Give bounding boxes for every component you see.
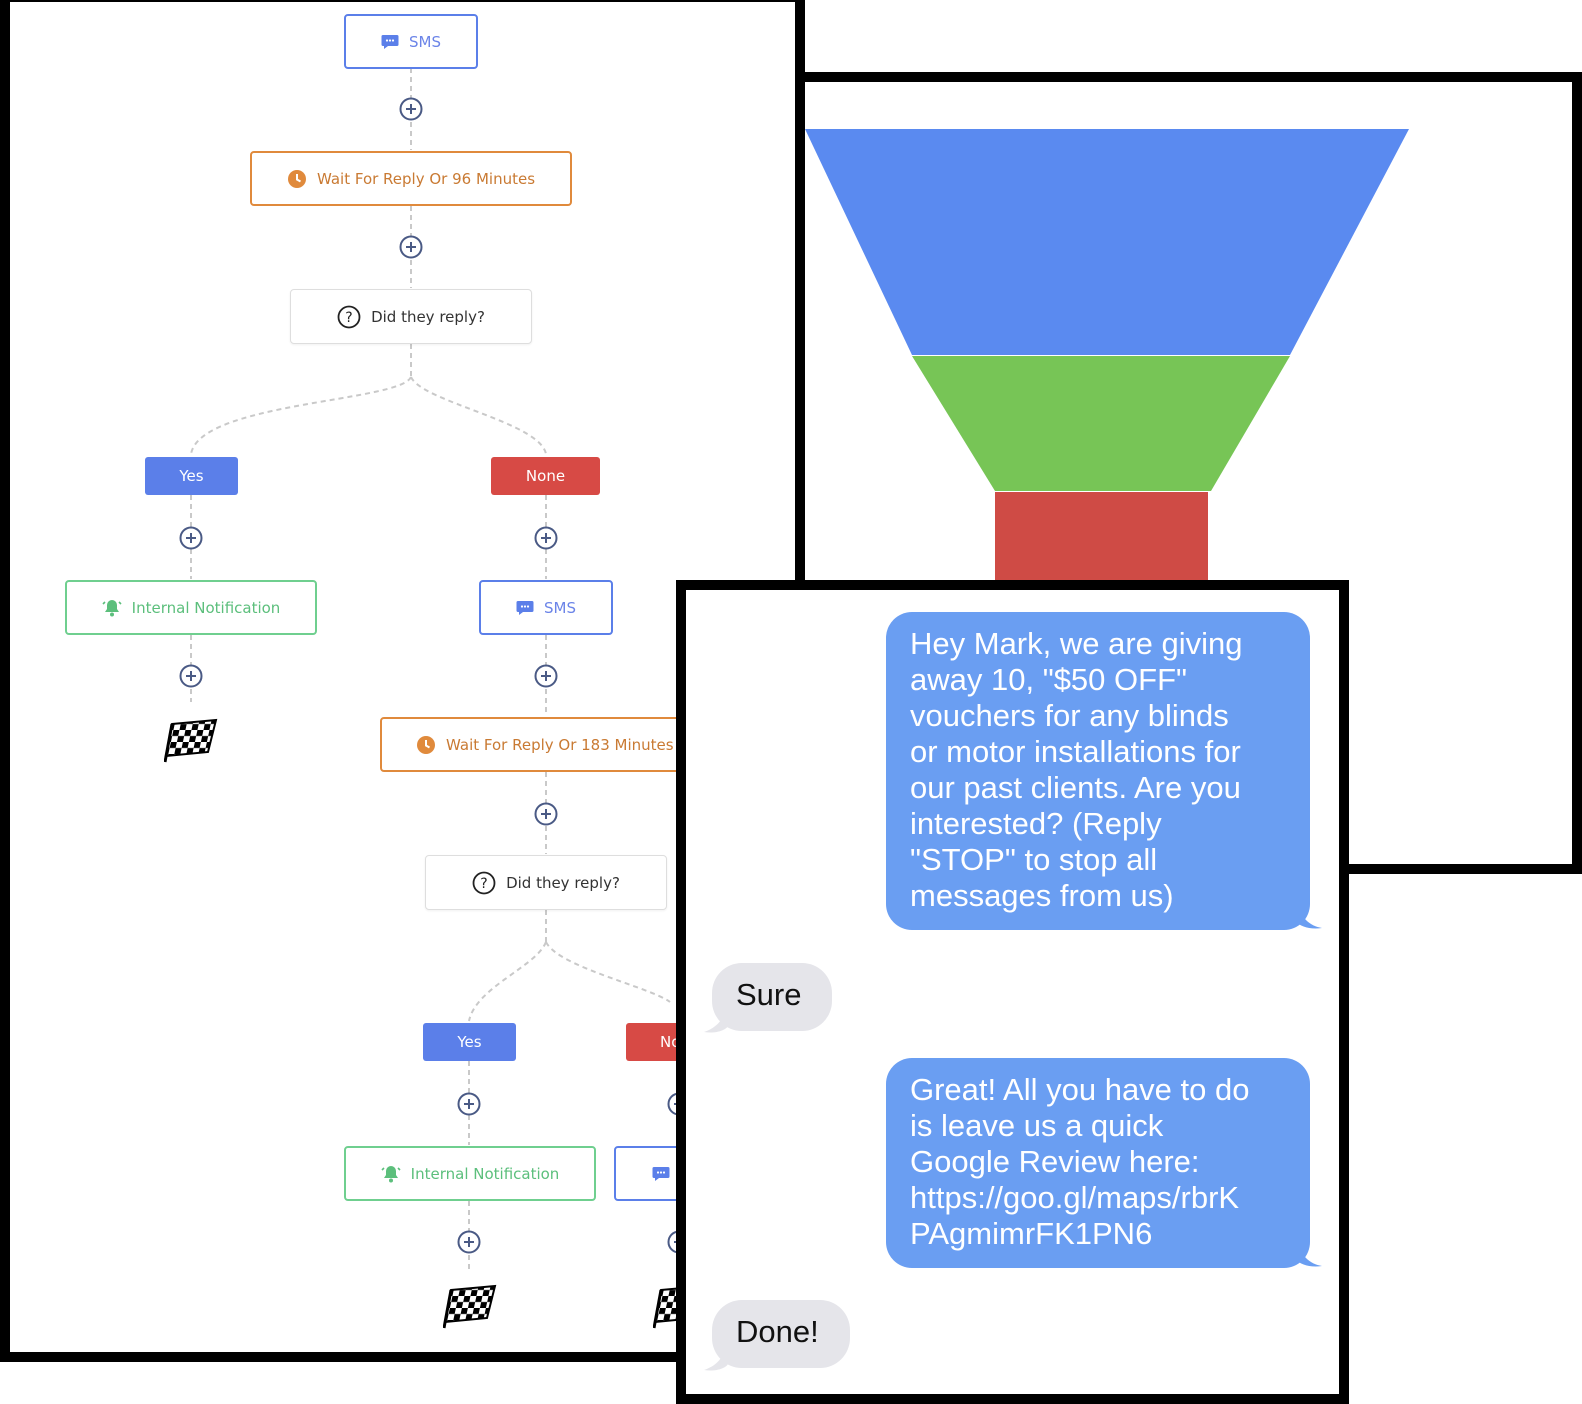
add-step-button[interactable] bbox=[178, 525, 204, 551]
question-circle-icon: ? bbox=[472, 871, 496, 895]
branch-none[interactable]: None bbox=[491, 457, 600, 495]
chat-bubble-icon bbox=[516, 600, 534, 616]
node-label: Internal Notification bbox=[410, 1164, 560, 1183]
node-label: SMS bbox=[409, 32, 441, 51]
internal-notification-node[interactable]: Internal Notification bbox=[344, 1146, 596, 1201]
chat-bubble-icon bbox=[381, 34, 399, 50]
bubble-tail bbox=[1296, 1238, 1322, 1267]
add-step-button[interactable] bbox=[178, 663, 204, 689]
sms-action-node[interactable]: SMS bbox=[479, 580, 613, 635]
sms-action-node[interactable]: SMS bbox=[344, 14, 478, 69]
message-line: interested? (Reply bbox=[910, 806, 1162, 841]
message-line: https://goo.gl/maps/rbrK bbox=[910, 1180, 1240, 1215]
node-label: Wait For Reply Or 96 Minutes bbox=[316, 169, 536, 188]
node-label: SMS bbox=[544, 598, 576, 617]
clock-icon bbox=[287, 169, 307, 189]
bubble-tail bbox=[1296, 900, 1322, 929]
incoming-message: Done! bbox=[712, 1300, 850, 1368]
funnel-top-segment bbox=[805, 129, 1409, 355]
message-line: PAgmimrFK1PN6 bbox=[910, 1216, 1153, 1251]
outgoing-message: Hey Mark, we are giving away 10, "$50 OF… bbox=[886, 612, 1310, 930]
message-line: Google Review here: bbox=[910, 1144, 1200, 1179]
node-label: Did they reply? bbox=[371, 307, 485, 326]
message-line: our past clients. Are you bbox=[910, 770, 1241, 805]
end-flag-icon bbox=[163, 718, 220, 769]
internal-notification-node[interactable]: Internal Notification bbox=[65, 580, 317, 635]
message-line: messages from us) bbox=[910, 878, 1174, 913]
branch-yes[interactable]: Yes bbox=[145, 457, 238, 495]
funnel-middle-segment bbox=[912, 356, 1290, 491]
add-step-button[interactable] bbox=[398, 234, 424, 260]
wait-action-node[interactable]: Wait For Reply Or 183 Minutes bbox=[380, 717, 702, 772]
sms-conversation-panel: Hey Mark, we are giving away 10, "$50 OF… bbox=[676, 580, 1349, 1404]
message-line: is leave us a quick bbox=[910, 1108, 1164, 1143]
chat-bubble-icon bbox=[652, 1166, 670, 1182]
svg-text:?: ? bbox=[345, 310, 352, 326]
node-label: Wait For Reply Or 183 Minutes bbox=[446, 735, 674, 754]
outgoing-message: Great! All you have to do is leave us a … bbox=[886, 1058, 1310, 1268]
message-line: Great! All you have to do bbox=[910, 1072, 1250, 1107]
add-step-button[interactable] bbox=[533, 801, 559, 827]
node-label: Did they reply? bbox=[506, 873, 620, 892]
bubble-tail bbox=[704, 1342, 728, 1371]
incoming-message: Sure bbox=[712, 963, 832, 1031]
message-line: vouchers for any blinds bbox=[910, 698, 1229, 733]
add-step-button[interactable] bbox=[456, 1229, 482, 1255]
message-line: away 10, "$50 OFF" bbox=[910, 662, 1188, 697]
wait-action-node[interactable]: Wait For Reply Or 96 Minutes bbox=[250, 151, 572, 206]
bell-icon bbox=[381, 1164, 401, 1184]
message-line: "STOP" to stop all bbox=[910, 842, 1158, 877]
svg-text:?: ? bbox=[480, 876, 487, 892]
branch-yes[interactable]: Yes bbox=[423, 1023, 516, 1061]
add-step-button[interactable] bbox=[398, 96, 424, 122]
condition-node[interactable]: ? Did they reply? bbox=[425, 855, 667, 910]
condition-node[interactable]: ? Did they reply? bbox=[290, 289, 532, 344]
message-line: or motor installations for bbox=[910, 734, 1241, 769]
bubble-tail bbox=[704, 1004, 728, 1033]
end-flag-icon bbox=[442, 1284, 499, 1335]
add-step-button[interactable] bbox=[533, 663, 559, 689]
question-circle-icon: ? bbox=[337, 305, 361, 329]
clock-icon bbox=[416, 735, 436, 755]
add-step-button[interactable] bbox=[456, 1091, 482, 1117]
add-step-button[interactable] bbox=[533, 525, 559, 551]
bell-icon bbox=[102, 598, 122, 618]
message-line: Hey Mark, we are giving bbox=[910, 626, 1243, 661]
node-label: Internal Notification bbox=[131, 598, 281, 617]
